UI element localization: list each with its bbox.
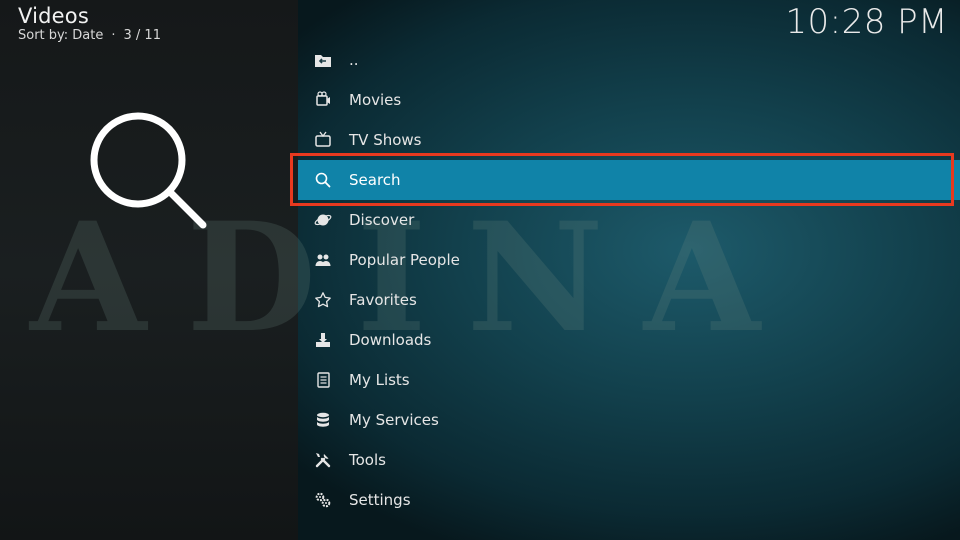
- menu-item-favorites[interactable]: Favorites: [298, 280, 960, 320]
- menu-item-my-services[interactable]: My Services: [298, 400, 960, 440]
- menu-item-label: Favorites: [349, 291, 417, 309]
- downloads-icon: [314, 331, 332, 349]
- database-icon: [314, 411, 332, 429]
- menu-item-parent[interactable]: ..: [298, 40, 960, 80]
- menu-item-my-lists[interactable]: My Lists: [298, 360, 960, 400]
- menu-item-label: Settings: [349, 491, 411, 509]
- star-icon: [314, 291, 332, 309]
- tools-icon: [314, 451, 332, 469]
- sort-info: Sort by: Date · 3 / 11: [18, 28, 161, 43]
- menu-item-label: My Services: [349, 411, 439, 429]
- list-icon: [314, 371, 332, 389]
- menu-item-label: My Lists: [349, 371, 410, 389]
- menu-item-label: Tools: [349, 451, 386, 469]
- gears-icon: [314, 491, 332, 509]
- separator-dot: ·: [111, 28, 116, 43]
- planet-icon: [314, 211, 332, 229]
- menu-item-label: Discover: [349, 211, 415, 229]
- menu-item-popular-people[interactable]: Popular People: [298, 240, 960, 280]
- menu-item-label: Downloads: [349, 331, 432, 349]
- menu-item-label: ..: [349, 51, 359, 69]
- folder-back-icon: [314, 51, 332, 69]
- search-icon: [90, 112, 207, 229]
- menu-item-label: Popular People: [349, 251, 460, 269]
- people-icon: [314, 251, 332, 269]
- sort-label: Sort by: Date: [18, 28, 104, 43]
- menu-item-tv-shows[interactable]: TV Shows: [298, 120, 960, 160]
- clock: 10:28 PM: [785, 2, 948, 42]
- menu-item-search[interactable]: Search: [298, 160, 960, 200]
- menu-item-discover[interactable]: Discover: [298, 200, 960, 240]
- tv-icon: [314, 131, 332, 149]
- menu-item-movies[interactable]: Movies: [298, 80, 960, 120]
- search-icon: [314, 171, 332, 189]
- menu-item-downloads[interactable]: Downloads: [298, 320, 960, 360]
- menu-item-label: Movies: [349, 91, 402, 109]
- menu-item-label: TV Shows: [349, 131, 422, 149]
- menu-item-label: Search: [349, 171, 401, 189]
- info-panel: [0, 0, 298, 540]
- menu-item-tools[interactable]: Tools: [298, 440, 960, 480]
- item-position: 3 / 11: [123, 28, 161, 43]
- menu-list: .. Movies TV Shows Search Discover Popul…: [298, 40, 960, 520]
- film-reel-icon: [314, 91, 332, 109]
- page-title: Videos: [18, 4, 89, 28]
- menu-item-settings[interactable]: Settings: [298, 480, 960, 520]
